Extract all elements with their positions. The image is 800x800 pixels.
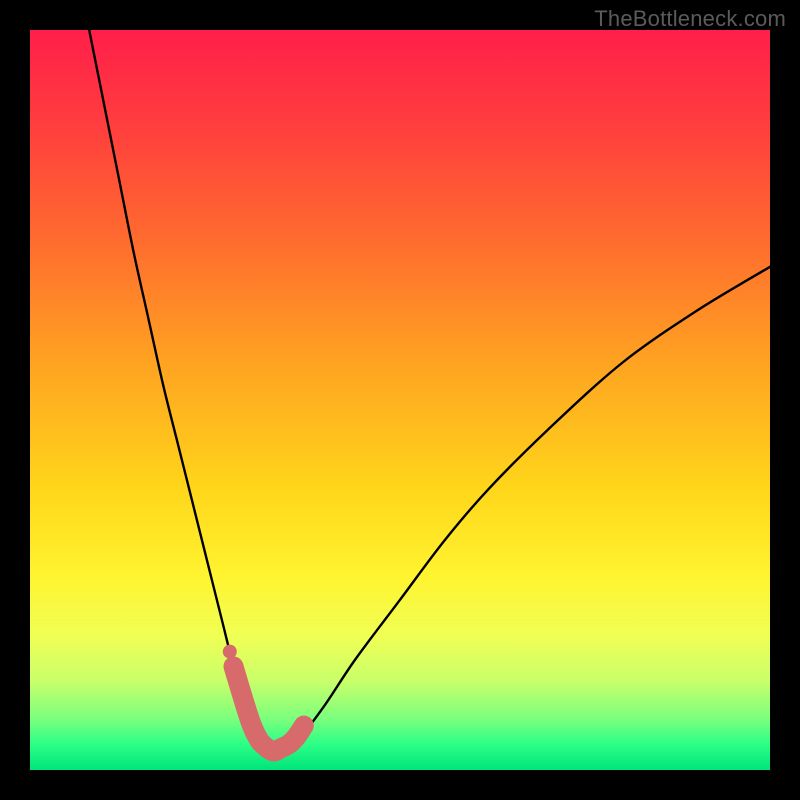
highlight-dot (223, 645, 237, 659)
bottleneck-curve (89, 30, 770, 752)
watermark-text: TheBottleneck.com (594, 6, 786, 32)
highlight-band (234, 666, 304, 751)
bottleneck-chart (30, 30, 770, 770)
chart-frame (30, 30, 770, 770)
